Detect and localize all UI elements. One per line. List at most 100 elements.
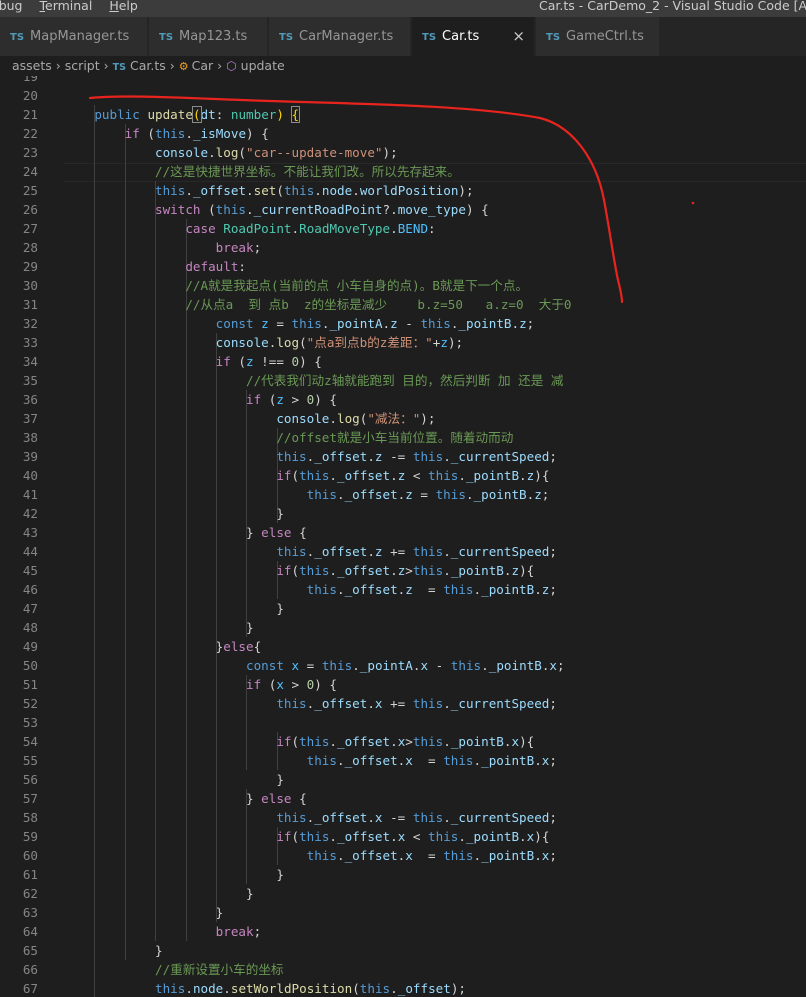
line-number: 32 (22, 316, 38, 331)
code-line[interactable]: 48 } (0, 618, 806, 637)
tab-map123[interactable]: TS Map123.ts (149, 17, 268, 56)
tab-carmanager[interactable]: TS CarManager.ts (269, 17, 411, 56)
tab-car[interactable]: TS Car.ts × (412, 17, 535, 56)
code-line[interactable]: 54 if(this._offset.x>this._pointB.x){ (0, 732, 806, 751)
code-line[interactable]: 36 if (z > 0) { (0, 390, 806, 409)
code-text: } (64, 941, 163, 960)
code-line[interactable]: 47 } (0, 599, 806, 618)
tab-mapmanager[interactable]: TS MapManager.ts (0, 17, 148, 56)
code-line[interactable]: 42 } (0, 504, 806, 523)
code-token: x (276, 677, 284, 692)
tab-gamectrl[interactable]: TS GameCtrl.ts (536, 17, 660, 56)
code-line[interactable]: 31 //从点a 到 点b z的坐标是减少 b.z=50 a.z=0 大于0 (0, 295, 806, 314)
code-line[interactable]: 34 if (z !== 0) { (0, 352, 806, 371)
code-token: this (412, 734, 444, 749)
code-token: break (215, 924, 254, 939)
code-line[interactable]: 22 if (this._isMove) { (0, 124, 806, 143)
code-text: } else { (64, 789, 307, 808)
code-token: _currentSpeed (450, 544, 550, 559)
code-line[interactable]: 50 const x = this._pointA.x - this._poin… (0, 656, 806, 675)
code-token: _offset (397, 981, 451, 996)
code-line[interactable]: 27 case RoadPoint.RoadMoveType.BEND: (0, 219, 806, 238)
code-line[interactable]: 51 if (x > 0) { (0, 675, 806, 694)
line-number: 38 (22, 430, 38, 445)
code-line[interactable]: 61 } (0, 865, 806, 884)
breadcrumb-folder-assets[interactable]: assets (12, 56, 52, 76)
code-line[interactable]: 60 this._offset.x = this._pointB.x; (0, 846, 806, 865)
breadcrumb-folder-script[interactable]: script (65, 56, 100, 76)
code-line[interactable]: 52 this._offset.x += this._currentSpeed; (0, 694, 806, 713)
code-line[interactable]: 19 (0, 76, 806, 86)
code-line[interactable]: 33 console.log("点a到点b的z差距："+z); (0, 333, 806, 352)
code-line[interactable]: 63 } (0, 903, 806, 922)
code-line[interactable]: 43 } else { (0, 523, 806, 542)
code-line[interactable]: 29 default: (0, 257, 806, 276)
code-token: _offset (314, 449, 368, 464)
code-token: ( (261, 677, 277, 692)
code-token: - (428, 658, 451, 673)
code-line[interactable]: 59 if(this._offset.x < this._pointB.x){ (0, 827, 806, 846)
code-line[interactable]: 38 //offset就是小车当前位置。随着动而动 (0, 428, 806, 447)
breadcrumb-method[interactable]: update (241, 56, 285, 76)
code-line[interactable]: 64 break; (0, 922, 806, 941)
code-line[interactable]: 30 //A就是我起点(当前的点 小车自身的点)。B就是下一个点。 (0, 276, 806, 295)
code-line[interactable]: 28 break; (0, 238, 806, 257)
code-line[interactable]: 67 this.node.setWorldPosition(this._offs… (0, 979, 806, 997)
code-line[interactable]: 62 } (0, 884, 806, 903)
code-line[interactable]: 23 console.log("car--update-move"); (0, 143, 806, 162)
code-line[interactable]: 32 const z = this._pointA.z - this._poin… (0, 314, 806, 333)
code-token: _offset (344, 582, 398, 597)
code-token: console (215, 335, 269, 350)
code-line[interactable]: 56 } (0, 770, 806, 789)
code-token: _pointB (481, 582, 535, 597)
code-line[interactable]: 65 } (0, 941, 806, 960)
menu-debug[interactable]: ebug (0, 0, 23, 13)
menu-terminal[interactable]: Terminal (39, 0, 92, 13)
breadcrumb-file[interactable]: Car.ts (130, 56, 166, 76)
code-line[interactable]: 53 (0, 713, 806, 732)
code-line[interactable]: 66 //重新设置小车的坐标 (0, 960, 806, 979)
code-token: = (412, 848, 444, 863)
code-token: ( (291, 829, 300, 844)
code-token: //这是快捷世界坐标。不能让我们改。所以先存起来。 (155, 164, 460, 179)
code-line[interactable]: 55 this._offset.x = this._pointB.x; (0, 751, 806, 770)
code-line[interactable]: 25 this._offset.set(this.node.worldPosit… (0, 181, 806, 200)
code-token: RoadPoint (223, 221, 292, 236)
code-token: _pointB (465, 829, 520, 844)
code-line[interactable]: 35 //代表我们动z轴就能跑到 目的，然后判断 加 还是 减 (0, 371, 806, 390)
code-line[interactable]: 45 if(this._offset.z>this._pointB.z){ (0, 561, 806, 580)
code-editor[interactable]: 19 20 21 public update(dt: number) {22 if … (0, 76, 806, 997)
line-number: 39 (22, 449, 38, 464)
code-line[interactable]: 26 switch (this._currentRoadPoint?.move_… (0, 200, 806, 219)
code-token: ( (291, 563, 300, 578)
code-line[interactable]: 58 this._offset.x -= this._currentSpeed; (0, 808, 806, 827)
line-number: 63 (22, 905, 38, 920)
code-line[interactable]: 40 if(this._offset.z < this._pointB.z){ (0, 466, 806, 485)
code-line[interactable]: 41 this._offset.z = this._pointB.z; (0, 485, 806, 504)
code-token: ( (299, 335, 307, 350)
code-line[interactable]: 39 this._offset.z -= this._currentSpeed; (0, 447, 806, 466)
menu-help[interactable]: Help (109, 0, 138, 13)
method-cube-icon: ⬡ (226, 59, 237, 73)
breadcrumb-class[interactable]: Car (192, 56, 214, 76)
code-token: this (412, 544, 444, 559)
code-text: if (this._isMove) { (64, 124, 269, 143)
code-line[interactable]: 49 }else{ (0, 637, 806, 656)
code-text: this._offset.x += this._currentSpeed; (64, 694, 557, 713)
close-icon[interactable]: × (512, 17, 525, 56)
code-line[interactable]: 24 //这是快捷世界坐标。不能让我们改。所以先存起来。 (0, 162, 806, 181)
code-line[interactable]: 21 public update(dt: number) { (0, 105, 806, 124)
code-token: ; (253, 240, 262, 255)
code-line[interactable]: 20 (0, 86, 806, 105)
code-line[interactable]: 37 console.log("减法："); (0, 409, 806, 428)
code-line[interactable]: 57 } else { (0, 789, 806, 808)
code-line[interactable]: 44 this._offset.z += this._currentSpeed; (0, 542, 806, 561)
code-line[interactable]: 46 this._offset.z = this._pointB.z; (0, 580, 806, 599)
code-token: x (420, 658, 429, 673)
code-token: ); (382, 145, 398, 160)
line-number: 53 (22, 715, 38, 730)
code-token: . (367, 696, 375, 711)
